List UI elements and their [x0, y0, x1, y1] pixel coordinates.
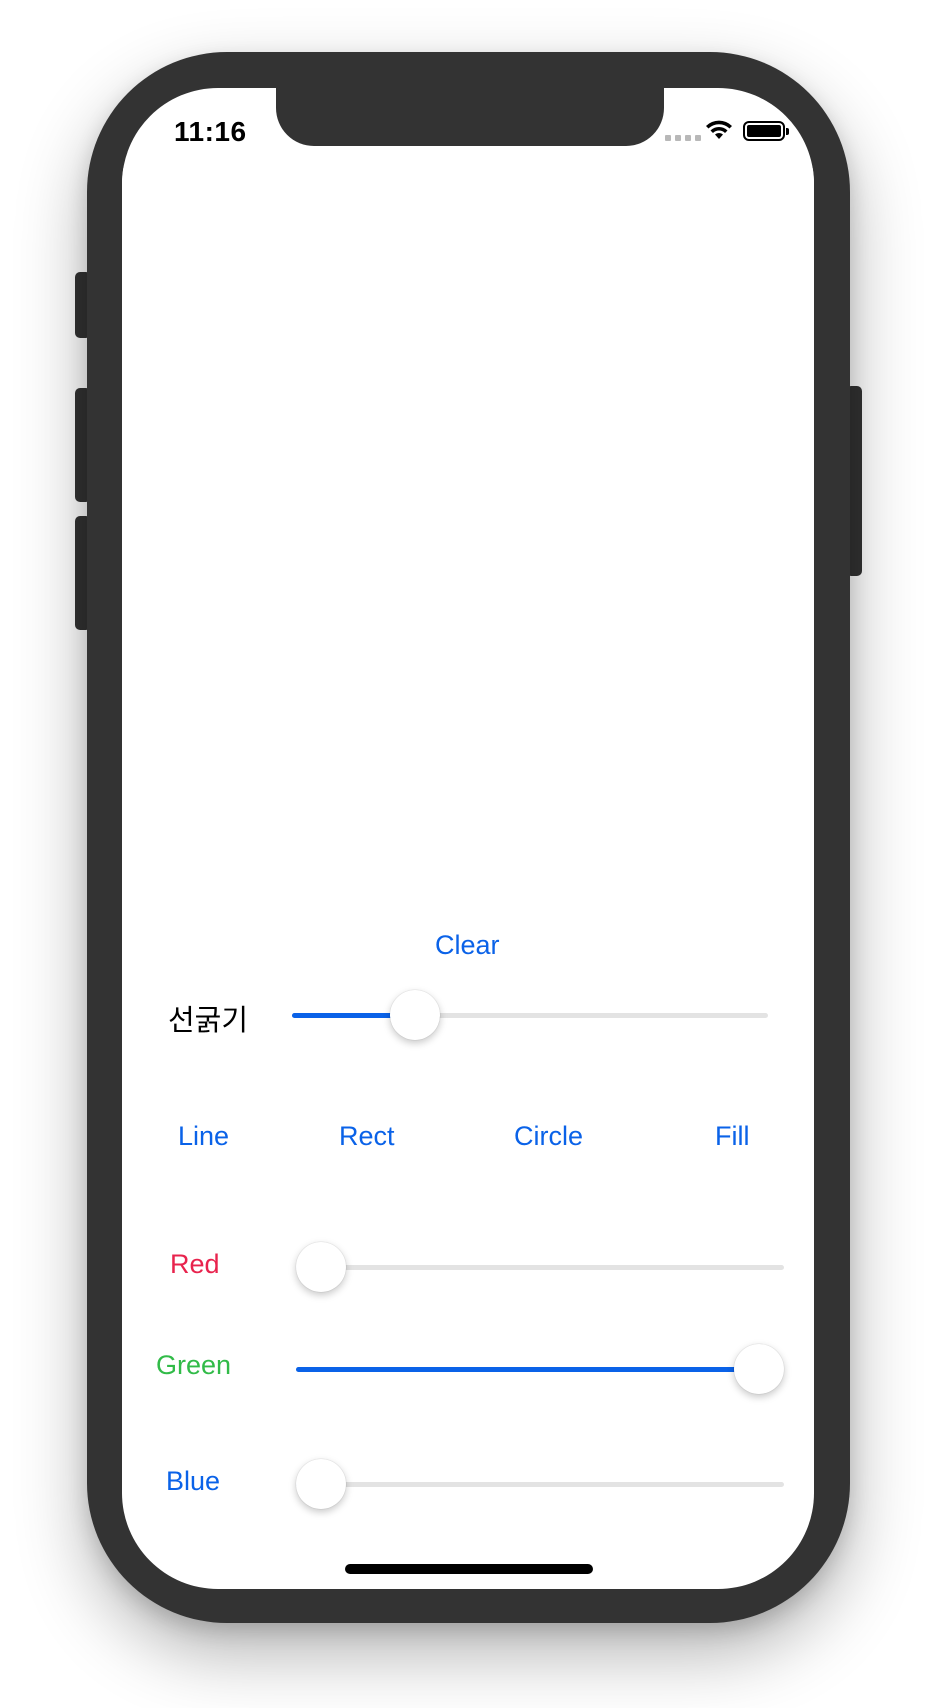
red-label: Red [170, 1249, 220, 1279]
red-slider[interactable] [296, 1241, 784, 1293]
battery-icon [743, 121, 789, 141]
drawing-canvas[interactable] [122, 168, 814, 978]
line-width-label: 선굵기 [168, 1005, 249, 1037]
slider-fill [296, 1367, 759, 1372]
wifi-icon [706, 120, 732, 139]
signal-icon [665, 135, 701, 141]
slider-thumb[interactable] [734, 1344, 784, 1394]
simulator-stage: 11:16 Clear 선굵기 Line Rect Circle Fill Re… [0, 0, 936, 1708]
blue-slider[interactable] [296, 1458, 784, 1510]
line-width-slider[interactable] [292, 989, 768, 1041]
slider-track [296, 1265, 784, 1270]
phone-screen: 11:16 Clear 선굵기 Line Rect Circle Fill Re… [122, 88, 814, 1589]
blue-label: Blue [166, 1466, 221, 1496]
home-indicator[interactable] [345, 1564, 593, 1574]
clear-button[interactable]: Clear [435, 930, 500, 961]
circle-button[interactable]: Circle [514, 1121, 583, 1152]
slider-thumb[interactable] [296, 1459, 346, 1509]
slider-track [296, 1482, 784, 1487]
slider-thumb[interactable] [389, 990, 440, 1040]
line-button[interactable]: Line [178, 1121, 229, 1152]
green-label: Green [156, 1350, 232, 1380]
notch [276, 88, 664, 146]
fill-button[interactable]: Fill [715, 1121, 750, 1152]
green-slider[interactable] [296, 1343, 784, 1395]
rect-button[interactable]: Rect [339, 1121, 395, 1152]
status-time: 11:16 [174, 116, 247, 147]
slider-thumb[interactable] [296, 1242, 346, 1292]
